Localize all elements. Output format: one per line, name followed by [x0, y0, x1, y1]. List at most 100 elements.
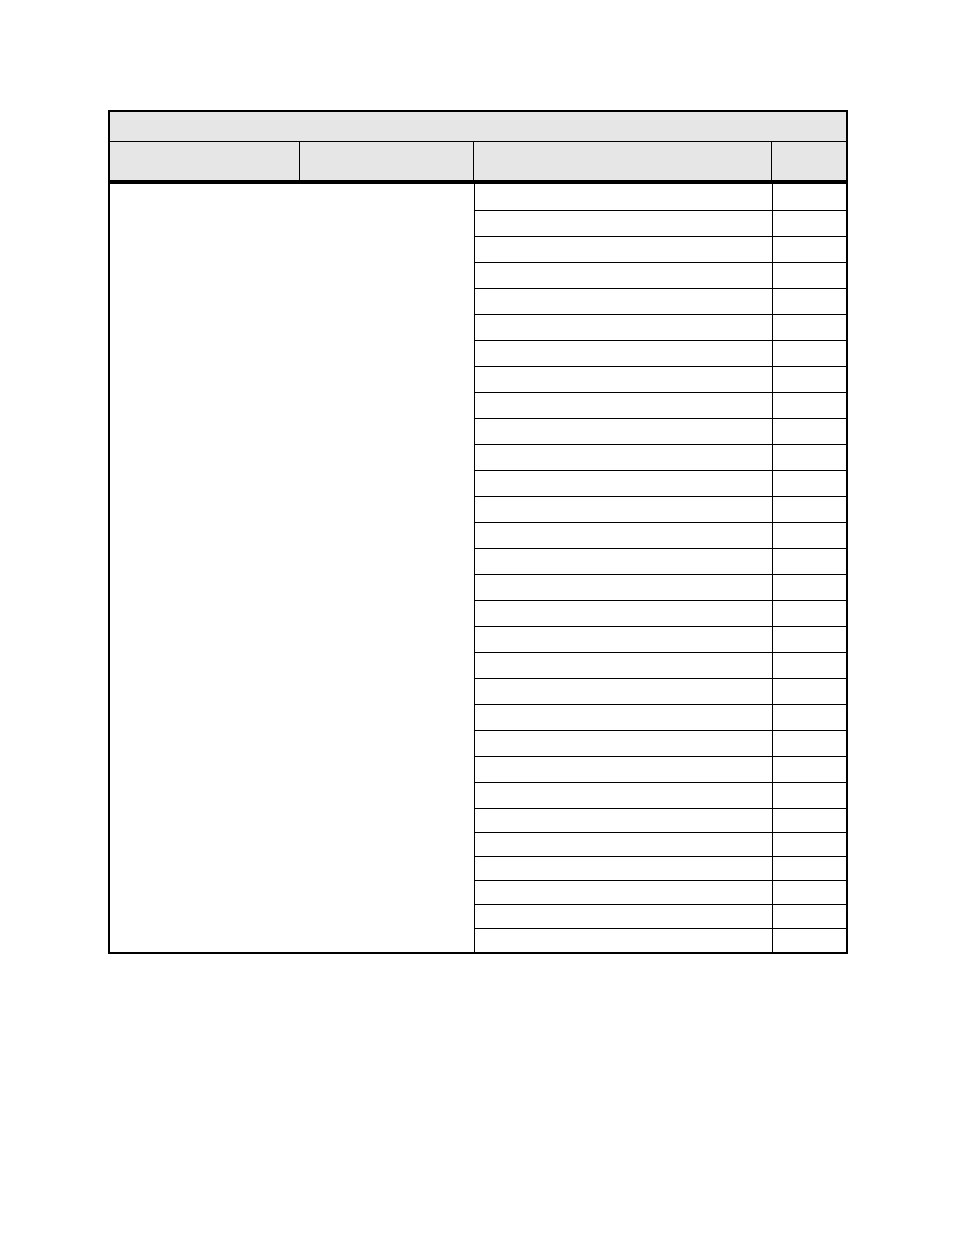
table-row — [110, 782, 846, 808]
table-header-4 — [772, 142, 846, 180]
table-cell-3 — [474, 288, 772, 314]
table-row — [110, 548, 846, 574]
table-row — [110, 600, 846, 626]
table-cell-3 — [474, 626, 772, 652]
table-cell-3 — [474, 730, 772, 756]
table-cell-4 — [772, 392, 846, 418]
table-row — [110, 262, 846, 288]
table-row — [110, 210, 846, 236]
table-row-left — [110, 756, 474, 782]
table-cell-4 — [772, 782, 846, 808]
table-row-left — [110, 704, 474, 730]
table-row — [110, 904, 846, 928]
table-cell-3 — [474, 340, 772, 366]
table-cell-3 — [474, 392, 772, 418]
table-row-left — [110, 288, 474, 314]
table-cell-4 — [772, 548, 846, 574]
table-cell-3 — [474, 756, 772, 782]
table-cell-4 — [772, 832, 846, 856]
table-cell-4 — [772, 904, 846, 928]
table-cell-4 — [772, 470, 846, 496]
table-cell-3 — [474, 470, 772, 496]
table-row-left — [110, 522, 474, 548]
table-cell-3 — [474, 574, 772, 600]
table-cell-3 — [474, 782, 772, 808]
table-row-left — [110, 928, 474, 952]
table-row-left — [110, 856, 474, 880]
table-header-row — [110, 142, 846, 184]
table-cell-4 — [772, 600, 846, 626]
table-cell-3 — [474, 314, 772, 340]
table-cell-3 — [474, 522, 772, 548]
table-cell-3 — [474, 418, 772, 444]
table-row — [110, 574, 846, 600]
table-cell-3 — [474, 928, 772, 952]
table-row — [110, 626, 846, 652]
table-row — [110, 856, 846, 880]
table-cell-4 — [772, 704, 846, 730]
table-row — [110, 808, 846, 832]
table-cell-4 — [772, 928, 846, 952]
table-row-left — [110, 600, 474, 626]
table-cell-3 — [474, 496, 772, 522]
table-cell-3 — [474, 808, 772, 832]
table-cell-4 — [772, 678, 846, 704]
table-row-left — [110, 470, 474, 496]
table-row — [110, 314, 846, 340]
table-row — [110, 730, 846, 756]
table-row — [110, 418, 846, 444]
table-row-left — [110, 236, 474, 262]
table-cell-4 — [772, 288, 846, 314]
table-row-left — [110, 392, 474, 418]
table-cell-4 — [772, 340, 846, 366]
table-cell-4 — [772, 808, 846, 832]
table-cell-4 — [772, 210, 846, 236]
table-row-left — [110, 904, 474, 928]
table-cell-3 — [474, 184, 772, 210]
table-row — [110, 756, 846, 782]
table-row-left — [110, 808, 474, 832]
table-cell-4 — [772, 184, 846, 210]
table-cell-3 — [474, 210, 772, 236]
table-row-left — [110, 626, 474, 652]
table-row-left — [110, 678, 474, 704]
table-cell-3 — [474, 444, 772, 470]
table-header-3 — [474, 142, 772, 180]
table-row — [110, 236, 846, 262]
table-cell-4 — [772, 418, 846, 444]
table-row-left — [110, 832, 474, 856]
table-row — [110, 704, 846, 730]
table-cell-3 — [474, 832, 772, 856]
table-cell-3 — [474, 600, 772, 626]
table-row — [110, 288, 846, 314]
table-cell-3 — [474, 856, 772, 880]
table-cell-4 — [772, 236, 846, 262]
table-row — [110, 496, 846, 522]
table-row — [110, 444, 846, 470]
table-row-left — [110, 652, 474, 678]
table-row — [110, 832, 846, 856]
table-cell-3 — [474, 548, 772, 574]
data-table — [108, 110, 848, 954]
table-cell-4 — [772, 496, 846, 522]
table-cell-4 — [772, 652, 846, 678]
table-title-row — [110, 112, 846, 142]
table-row-left — [110, 496, 474, 522]
table-cell-4 — [772, 730, 846, 756]
table-cell-3 — [474, 904, 772, 928]
table-row-left — [110, 730, 474, 756]
table-cell-3 — [474, 652, 772, 678]
table-row — [110, 678, 846, 704]
table-row — [110, 880, 846, 904]
table-cell-4 — [772, 366, 846, 392]
table-row-left — [110, 314, 474, 340]
table-body — [110, 184, 846, 952]
table-header-2 — [300, 142, 474, 180]
page — [0, 0, 954, 1235]
table-cell-3 — [474, 704, 772, 730]
table-row-left — [110, 184, 474, 210]
table-row — [110, 340, 846, 366]
table-row-left — [110, 548, 474, 574]
table-row-left — [110, 444, 474, 470]
table-row-left — [110, 418, 474, 444]
